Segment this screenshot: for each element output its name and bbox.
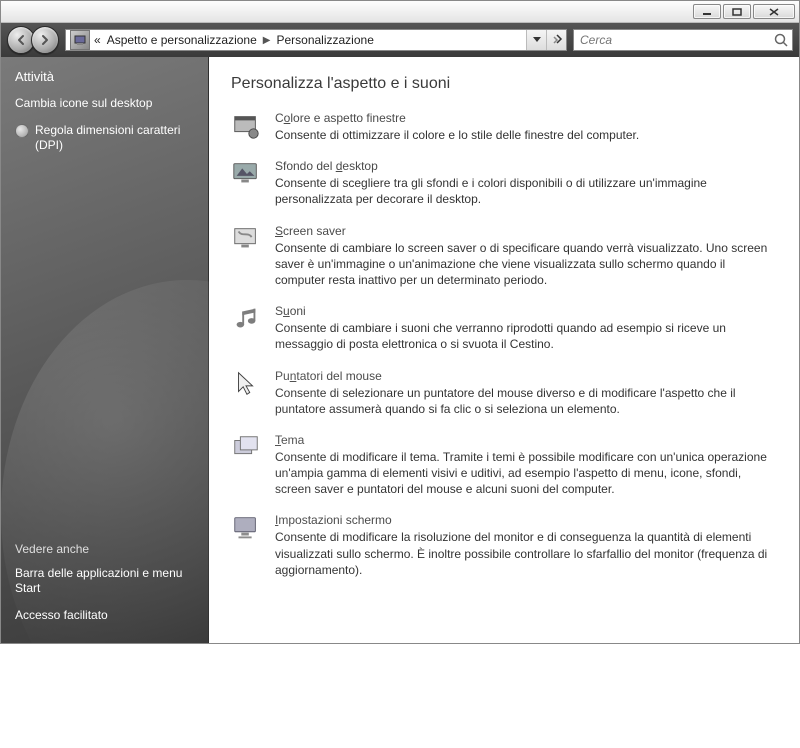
sidebar-link-label: Regola dimensioni caratteri (DPI) xyxy=(35,123,194,153)
seealso-taskbar-startmenu[interactable]: Barra delle applicazioni e menu Start xyxy=(15,566,194,596)
search-input[interactable] xyxy=(574,30,792,50)
item-mouse-pointers: Puntatori del mouse Consente di selezion… xyxy=(231,369,777,417)
navigation-bar: « Aspetto e personalizzazione ▶ Personal… xyxy=(1,23,799,57)
theme-icon xyxy=(231,433,261,463)
shield-icon xyxy=(15,124,29,138)
search-icon xyxy=(773,32,789,48)
content-pane: Personalizza l'aspetto e i suoni Colore … xyxy=(209,57,799,643)
sidebar-link-label: Cambia icone sul desktop xyxy=(15,96,152,111)
item-screen-saver: Screen saver Consente di cambiare lo scr… xyxy=(231,224,777,289)
forward-button[interactable] xyxy=(31,26,59,54)
link-sounds[interactable]: Suoni xyxy=(275,304,306,318)
close-button[interactable] xyxy=(753,4,795,19)
breadcrumb-prefix: « xyxy=(94,33,103,47)
item-description: Consente di ottimizzare il colore e lo s… xyxy=(275,127,777,143)
address-dropdown[interactable] xyxy=(526,30,546,50)
seealso-heading: Vedere anche xyxy=(15,542,194,556)
item-display-settings: Impostazioni schermo Consente di modific… xyxy=(231,513,777,578)
sounds-icon xyxy=(231,304,261,334)
item-description: Consente di modificare il tema. Tramite … xyxy=(275,449,777,498)
item-description: Consente di cambiare lo screen saver o d… xyxy=(275,240,777,289)
address-bar[interactable]: « Aspetto e personalizzazione ▶ Personal… xyxy=(65,29,567,51)
sidebar: Attività Cambia icone sul desktop Regola… xyxy=(1,57,209,643)
item-description: Consente di modificare la risoluzione de… xyxy=(275,529,777,578)
item-description: Consente di cambiare i suoni che verrann… xyxy=(275,320,777,352)
maximize-button[interactable] xyxy=(723,4,751,19)
item-description: Consente di scegliere tra gli sfondi e i… xyxy=(275,175,777,207)
sidebar-link-adjust-font-dpi[interactable]: Regola dimensioni caratteri (DPI) xyxy=(15,123,194,153)
desktop-background-icon xyxy=(231,159,261,189)
link-theme[interactable]: Tema xyxy=(275,433,304,447)
mouse-pointer-icon xyxy=(231,369,261,399)
item-window-color: Colore e aspetto finestre Consente di ot… xyxy=(231,111,777,143)
item-description: Consente di selezionare un puntatore del… xyxy=(275,385,777,417)
breadcrumb-parent[interactable]: Aspetto e personalizzazione xyxy=(103,33,261,47)
link-desktop-background[interactable]: Sfondo del desktop xyxy=(275,159,378,173)
display-settings-icon xyxy=(231,513,261,543)
window-color-icon xyxy=(231,111,261,141)
window-titlebar xyxy=(1,1,799,23)
page-title: Personalizza l'aspetto e i suoni xyxy=(231,75,777,93)
sidebar-link-change-desktop-icons[interactable]: Cambia icone sul desktop xyxy=(15,96,194,111)
refresh-button[interactable] xyxy=(546,30,566,50)
chevron-right-icon: ▶ xyxy=(261,35,273,46)
breadcrumb-current[interactable]: Personalizzazione xyxy=(272,33,377,47)
search-box[interactable] xyxy=(573,29,793,51)
item-desktop-background: Sfondo del desktop Consente di scegliere… xyxy=(231,159,777,207)
screen-saver-icon xyxy=(231,224,261,254)
item-theme: Tema Consente di modificare il tema. Tra… xyxy=(231,433,777,498)
link-window-color[interactable]: Colore e aspetto finestre xyxy=(275,111,406,125)
seealso-ease-of-access[interactable]: Accesso facilitato xyxy=(15,608,194,623)
item-sounds: Suoni Consente di cambiare i suoni che v… xyxy=(231,304,777,352)
link-display-settings[interactable]: Impostazioni schermo xyxy=(275,513,392,527)
link-mouse-pointers[interactable]: Puntatori del mouse xyxy=(275,369,382,383)
control-panel-icon xyxy=(70,30,90,50)
tasks-heading: Attività xyxy=(15,69,194,84)
link-screen-saver[interactable]: Screen saver xyxy=(275,224,346,238)
minimize-button[interactable] xyxy=(693,4,721,19)
